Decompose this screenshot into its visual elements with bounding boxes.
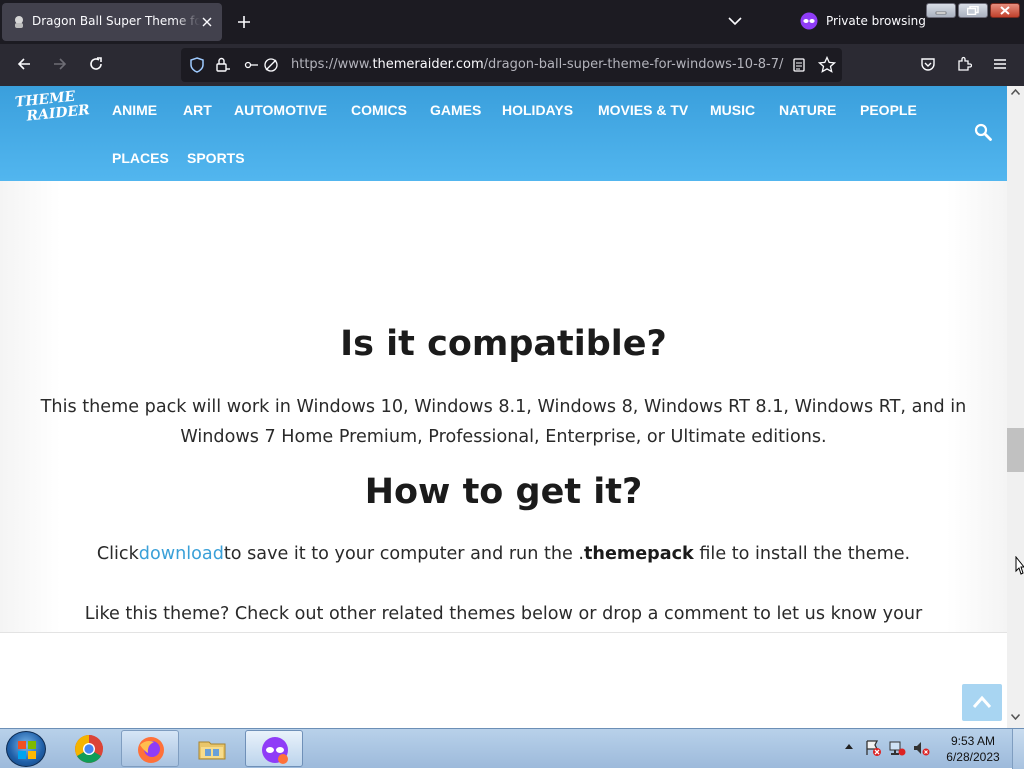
download-link[interactable]: download xyxy=(139,544,224,564)
download-text-mid: to save it to your computer and run the … xyxy=(223,544,585,564)
chevron-up-icon xyxy=(972,694,992,710)
search-icon[interactable] xyxy=(974,123,992,141)
private-mask-icon xyxy=(800,12,818,30)
compatibility-line-2: Windows 7 Home Premium, Professional, En… xyxy=(180,427,827,447)
reload-icon[interactable] xyxy=(88,56,104,72)
nav-item-automotive[interactable]: AUTOMOTIVE xyxy=(234,102,327,118)
taskbar-private-firefox[interactable] xyxy=(245,730,303,767)
restore-button[interactable] xyxy=(958,3,988,18)
private-browsing-indicator: Private browsing xyxy=(800,12,926,30)
nav-item-art[interactable]: ART xyxy=(183,102,212,118)
url-host: themeraider.com xyxy=(372,57,484,72)
taskbar-firefox[interactable] xyxy=(121,730,179,767)
network-icon[interactable] xyxy=(888,739,906,757)
page-viewport: THEME RAIDER ANIME ART AUTOMOTIVE COMICS… xyxy=(0,86,1007,728)
scrollbar-thumb[interactable] xyxy=(1007,428,1024,472)
download-paragraph: Clickdownloadto save it to your computer… xyxy=(40,539,967,569)
nav-item-music[interactable]: MUSIC xyxy=(710,102,755,118)
nav-item-sports[interactable]: SPORTS xyxy=(187,150,245,166)
menu-hamburger-icon[interactable] xyxy=(992,56,1008,72)
nav-item-nature[interactable]: NATURE xyxy=(779,102,836,118)
volume-muted-icon[interactable] xyxy=(912,739,930,757)
nav-item-movies-tv[interactable]: MOVIES & TV xyxy=(598,102,688,118)
tab-strip: Dragon Ball Super Theme for Windows 10 8… xyxy=(0,0,1024,44)
scroll-down-arrow-icon[interactable] xyxy=(1011,714,1020,720)
page-scrollbar[interactable] xyxy=(1007,86,1024,728)
folder-icon xyxy=(197,734,227,764)
permissions-icon[interactable] xyxy=(243,57,259,73)
heading-how-to-get: How to get it? xyxy=(364,472,643,512)
windows-logo-icon xyxy=(17,740,37,760)
nav-item-comics[interactable]: COMICS xyxy=(351,102,407,118)
extensions-icon[interactable] xyxy=(956,56,972,72)
private-browsing-icon xyxy=(260,735,290,765)
back-icon[interactable] xyxy=(16,56,32,72)
lock-icon[interactable] xyxy=(215,57,231,73)
site-header: THEME RAIDER ANIME ART AUTOMOTIVE COMICS… xyxy=(0,86,1007,181)
scroll-up-arrow-icon[interactable] xyxy=(1011,89,1020,95)
site-logo[interactable]: THEME RAIDER xyxy=(14,88,90,131)
shield-icon[interactable] xyxy=(189,57,205,73)
clock-date: 6/28/2023 xyxy=(946,750,1000,764)
bookmark-star-icon[interactable] xyxy=(818,56,836,74)
close-tab-icon[interactable] xyxy=(200,15,214,29)
themepack-text: themepack xyxy=(584,544,694,564)
article-content: Is it compatible? This theme pack will w… xyxy=(0,181,1007,654)
new-tab-icon[interactable] xyxy=(236,14,252,30)
reader-view-icon[interactable] xyxy=(791,57,807,73)
footer-area xyxy=(0,632,1007,728)
nav-item-games[interactable]: GAMES xyxy=(430,102,481,118)
private-browsing-label: Private browsing xyxy=(826,14,926,28)
url-text[interactable]: https://www.themeraider.com/dragon-ball-… xyxy=(291,57,783,72)
download-text-post: file to install the theme. xyxy=(693,544,911,564)
url-prefix: https://www. xyxy=(291,57,373,72)
compatibility-paragraph: This theme pack will work in Windows 10,… xyxy=(40,392,967,452)
download-text-pre: Click xyxy=(96,544,139,564)
nav-item-places[interactable]: PLACES xyxy=(112,150,169,166)
nav-item-anime[interactable]: ANIME xyxy=(112,102,157,118)
url-bar[interactable]: https://www.themeraider.com/dragon-ball-… xyxy=(181,48,842,82)
minimize-button[interactable] xyxy=(926,3,956,18)
firefox-icon xyxy=(136,735,166,765)
url-path: /dragon-ball-super-theme-for-windows-10-… xyxy=(483,57,784,72)
show-desktop-button[interactable] xyxy=(1012,729,1024,769)
nav-item-people[interactable]: PEOPLE xyxy=(860,102,917,118)
list-all-tabs-icon[interactable] xyxy=(728,16,742,26)
taskbar-chrome[interactable] xyxy=(60,730,118,767)
autoplay-blocked-icon[interactable] xyxy=(263,57,279,73)
clock-time: 9:53 AM xyxy=(950,734,996,748)
tab-title: Dragon Ball Super Theme for Windows 10 8… xyxy=(32,14,200,28)
taskbar-explorer[interactable] xyxy=(183,730,241,767)
heading-compatible: Is it compatible? xyxy=(340,324,667,364)
mouse-cursor-icon xyxy=(1015,556,1024,576)
close-icon xyxy=(999,6,1011,15)
tray-expand-icon[interactable] xyxy=(844,743,854,751)
browser-tab[interactable]: Dragon Ball Super Theme for Windows 10 8… xyxy=(2,3,222,41)
compatibility-line-1: This theme pack will work in Windows 10,… xyxy=(40,397,967,417)
forward-icon[interactable] xyxy=(52,56,68,72)
nav-item-holidays[interactable]: HOLIDAYS xyxy=(502,102,573,118)
back-to-top-button[interactable] xyxy=(962,684,1002,721)
start-button[interactable] xyxy=(6,731,46,767)
chrome-icon xyxy=(74,734,104,764)
close-window-button[interactable] xyxy=(990,3,1020,18)
restore-icon xyxy=(967,6,979,15)
system-clock[interactable]: 9:53 AM 6/28/2023 xyxy=(938,733,1008,765)
action-center-flag-icon[interactable] xyxy=(864,739,882,757)
taskbar: 9:53 AM 6/28/2023 xyxy=(0,728,1024,769)
site-favicon-icon xyxy=(12,15,26,29)
pocket-icon[interactable] xyxy=(920,56,936,72)
nav-toolbar: https://www.themeraider.com/dragon-ball-… xyxy=(0,44,1024,86)
minimize-icon xyxy=(935,6,947,15)
